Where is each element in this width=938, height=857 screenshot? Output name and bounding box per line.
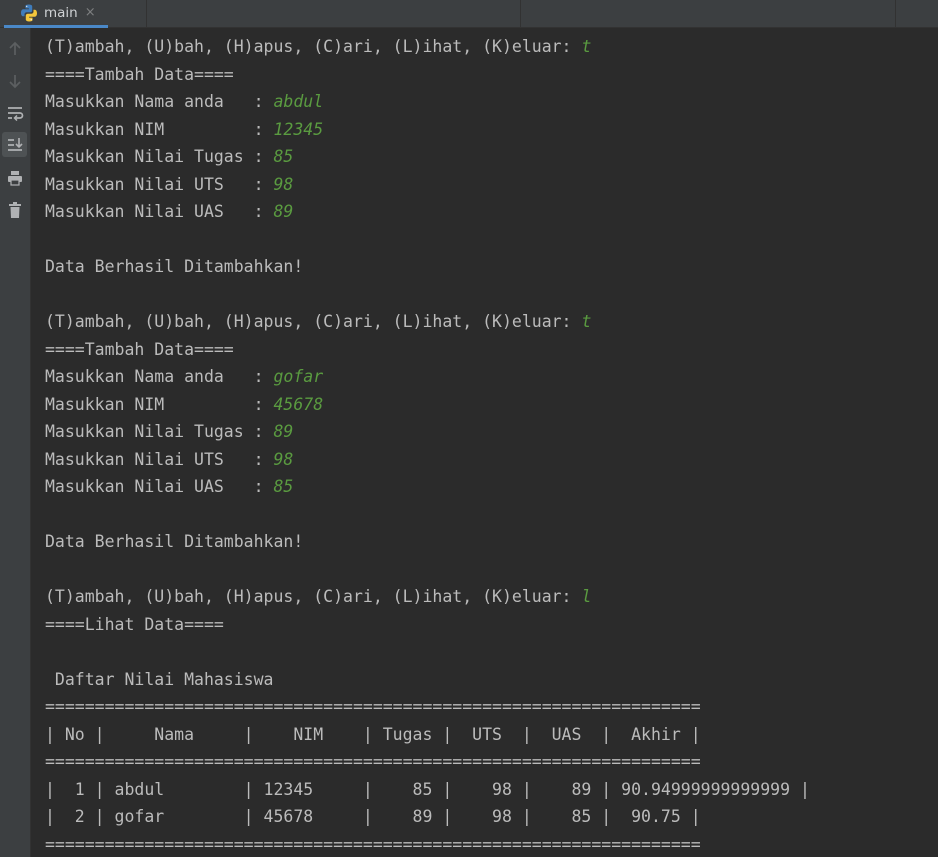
console-line: Masukkan NIM : 45678	[45, 391, 323, 418]
console-text: | 2 | gofar | 45678 | 89 | 98 | 85 | 90.…	[45, 807, 701, 826]
console-output[interactable]: (T)ambah, (U)bah, (H)apus, (C)ari, (L)ih…	[31, 28, 938, 857]
python-icon	[21, 4, 37, 21]
console-text: | 1 | abdul | 12345 | 85 | 98 | 89 | 90.…	[45, 779, 810, 799]
console-line: ====Tambah Data====	[45, 336, 234, 363]
console-line: | 2 | gofar | 45678 | 89 | 98 | 85 | 90.…	[45, 803, 701, 830]
console-line: Masukkan Nilai Tugas : 85	[45, 143, 293, 170]
console-line: ========================================…	[45, 693, 701, 720]
user-input: 85	[273, 477, 294, 496]
console-text: ====Lihat Data====	[45, 614, 224, 634]
console-text: Masukkan Nilai Tugas :	[45, 147, 274, 166]
console-line: | No | Nama | NIM | Tugas | UTS | UAS | …	[45, 721, 701, 748]
user-input: abdul	[273, 92, 324, 111]
console-line: Masukkan Nama anda : gofar	[45, 363, 323, 390]
console-text: Masukkan Nilai UTS :	[45, 174, 274, 194]
console-text: Data Berhasil Ditambahkan!	[45, 532, 304, 551]
console-text: Data Berhasil Ditambahkan!	[45, 257, 304, 276]
user-input: 89	[273, 422, 294, 441]
console-line: Masukkan Nilai Tugas : 89	[45, 418, 293, 445]
console-text: Masukkan Nilai UTS :	[45, 449, 274, 469]
console-line: (T)ambah, (U)bah, (H)apus, (C)ari, (L)ih…	[45, 583, 591, 610]
console-line: | 1 | abdul | 12345 | 85 | 98 | 89 | 90.…	[45, 776, 810, 803]
console-line: Masukkan Nilai UTS : 98	[45, 171, 293, 198]
console-line: Daftar Nilai Mahasiswa	[45, 666, 274, 693]
user-input: 85	[273, 147, 294, 166]
console-text: ====Tambah Data====	[45, 339, 234, 359]
user-input: 45678	[273, 394, 324, 414]
console-text: Masukkan NIM :	[45, 119, 274, 139]
scroll-to-end-icon[interactable]	[2, 132, 27, 157]
console-line: ====Tambah Data====	[45, 61, 234, 88]
console-text: Daftar Nilai Mahasiswa	[45, 669, 274, 689]
user-input: l	[581, 587, 592, 606]
tab-bar: main ×	[0, 0, 938, 28]
user-input: 98	[273, 449, 294, 469]
user-input: t	[581, 312, 592, 331]
console-text: (T)ambah, (U)bah, (H)apus, (C)ari, (L)ih…	[45, 312, 582, 331]
tab-divider	[146, 0, 147, 27]
console-line: Masukkan Nama anda : abdul	[45, 88, 323, 115]
run-tab-main[interactable]: main ×	[4, 0, 108, 28]
console-text: ====Tambah Data====	[45, 64, 234, 84]
console-line: Data Berhasil Ditambahkan!	[45, 253, 303, 280]
tab-divider	[895, 0, 896, 27]
console-line: ====Lihat Data====	[45, 611, 224, 638]
console-line: ========================================…	[45, 748, 701, 775]
console-text: Masukkan Nilai Tugas :	[45, 422, 274, 441]
console-text: ========================================…	[45, 752, 701, 771]
console-line: (T)ambah, (U)bah, (H)apus, (C)ari, (L)ih…	[45, 33, 591, 60]
run-console-window: main × (T)ambah, (U)bah, (H)apus, (C)ari…	[0, 0, 938, 857]
soft-wrap-icon[interactable]	[2, 100, 27, 125]
console-line: Masukkan Nilai UAS : 85	[45, 473, 293, 500]
console-text: Masukkan NIM :	[45, 394, 274, 414]
user-input: gofar	[273, 367, 324, 386]
tab-divider	[520, 0, 521, 27]
tab-label: main	[44, 4, 78, 21]
print-icon[interactable]	[2, 165, 27, 190]
console-line: Masukkan NIM : 12345	[45, 116, 323, 143]
down-arrow-icon[interactable]	[2, 68, 27, 93]
trash-icon[interactable]	[2, 197, 27, 222]
console-text: Masukkan Nama anda :	[45, 367, 274, 386]
horizontal-scrollbar[interactable]	[31, 851, 938, 857]
user-input: 89	[273, 202, 294, 221]
console-text: Masukkan Nilai UAS :	[45, 477, 274, 496]
console-text: ========================================…	[45, 697, 701, 716]
console-text: Masukkan Nama anda :	[45, 92, 274, 111]
console-text: (T)ambah, (U)bah, (H)apus, (C)ari, (L)ih…	[45, 37, 582, 56]
console-text: Masukkan Nilai UAS :	[45, 202, 274, 221]
console-text: | No | Nama | NIM | Tugas | UTS | UAS | …	[45, 724, 701, 744]
console-text: (T)ambah, (U)bah, (H)apus, (C)ari, (L)ih…	[45, 587, 582, 606]
user-input: 98	[273, 174, 294, 194]
user-input: t	[581, 37, 592, 56]
console-line: Masukkan Nilai UTS : 98	[45, 446, 293, 473]
console-line: Data Berhasil Ditambahkan!	[45, 528, 303, 555]
console-toolbar	[0, 28, 31, 857]
user-input: 12345	[273, 119, 324, 139]
console-line: (T)ambah, (U)bah, (H)apus, (C)ari, (L)ih…	[45, 308, 591, 335]
tab-close-icon[interactable]: ×	[85, 5, 96, 20]
up-arrow-icon[interactable]	[2, 36, 27, 61]
console-line: Masukkan Nilai UAS : 89	[45, 198, 293, 225]
